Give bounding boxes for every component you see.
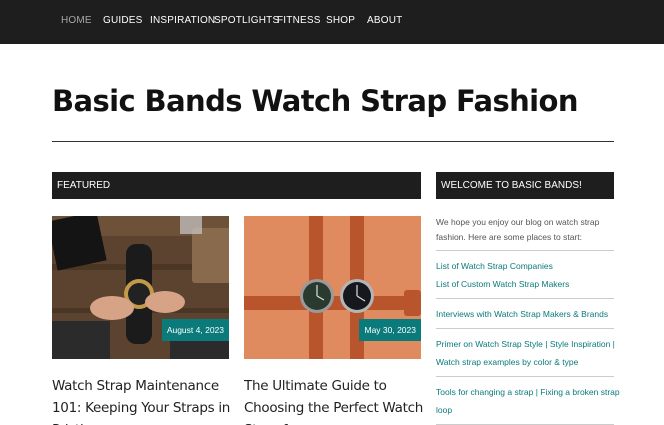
link-watch-strap-companies[interactable]: List of Watch Strap Companies (436, 257, 614, 275)
link-interviews[interactable]: Interviews with Watch Strap Makers & Bra… (436, 305, 614, 323)
welcome-intro-text: We hope you enjoy our blog on watch stra… (436, 215, 614, 251)
nav-fitness[interactable]: FITNESS (277, 15, 321, 26)
sidebar: We hope you enjoy our blog on watch stra… (436, 215, 620, 425)
featured-heading: FEATURED (52, 172, 421, 199)
link-style-primer[interactable]: Primer on Watch Strap Style | Style Insp… (436, 335, 615, 353)
sidebar-link-group: Interviews with Watch Strap Makers & Bra… (436, 299, 614, 329)
nav-about[interactable]: ABOUT (367, 15, 402, 26)
post-title-watch-maintenance[interactable]: Watch Strap Maintenance 101: Keeping You… (52, 375, 232, 425)
nav-spotlights[interactable]: SPOTLIGHTS (214, 15, 279, 26)
link-strap-examples[interactable]: Watch strap examples by color & type (436, 353, 614, 371)
nav-shop[interactable]: SHOP (326, 15, 355, 26)
post-date-badge: August 4, 2023 (161, 319, 229, 341)
sidebar-link-group: Tools for changing a strap | Fixing a br… (436, 377, 620, 425)
post-title-choosing-strap[interactable]: The Ultimate Guide to Choosing the Perfe… (244, 375, 424, 425)
nav-inspiration[interactable]: INSPIRATION (150, 15, 215, 26)
title-divider (52, 141, 614, 142)
top-navigation: HOME GUIDES INSPIRATION SPOTLIGHTS FITNE… (0, 0, 664, 44)
welcome-heading: WELCOME TO BASIC BANDS! (436, 172, 614, 199)
post-date-badge: May 30, 2023 (359, 319, 421, 341)
nav-home[interactable]: HOME (61, 15, 92, 26)
link-strap-tools[interactable]: Tools for changing a strap | Fixing a br… (436, 383, 620, 401)
site-title[interactable]: Basic Bands Watch Strap Fashion (52, 84, 578, 118)
post-thumbnail-watch-maintenance[interactable]: August 4, 2023 (52, 216, 229, 359)
link-custom-strap-makers[interactable]: List of Custom Watch Strap Makers (436, 275, 614, 293)
link-strap-loop[interactable]: loop (436, 401, 614, 419)
nav-guides[interactable]: GUIDES (103, 15, 143, 26)
sidebar-link-group: Primer on Watch Strap Style | Style Insp… (436, 329, 615, 377)
sidebar-link-group: List of Watch Strap Companies List of Cu… (436, 251, 614, 299)
post-thumbnail-choosing-strap[interactable]: May 30, 2023 (244, 216, 421, 359)
